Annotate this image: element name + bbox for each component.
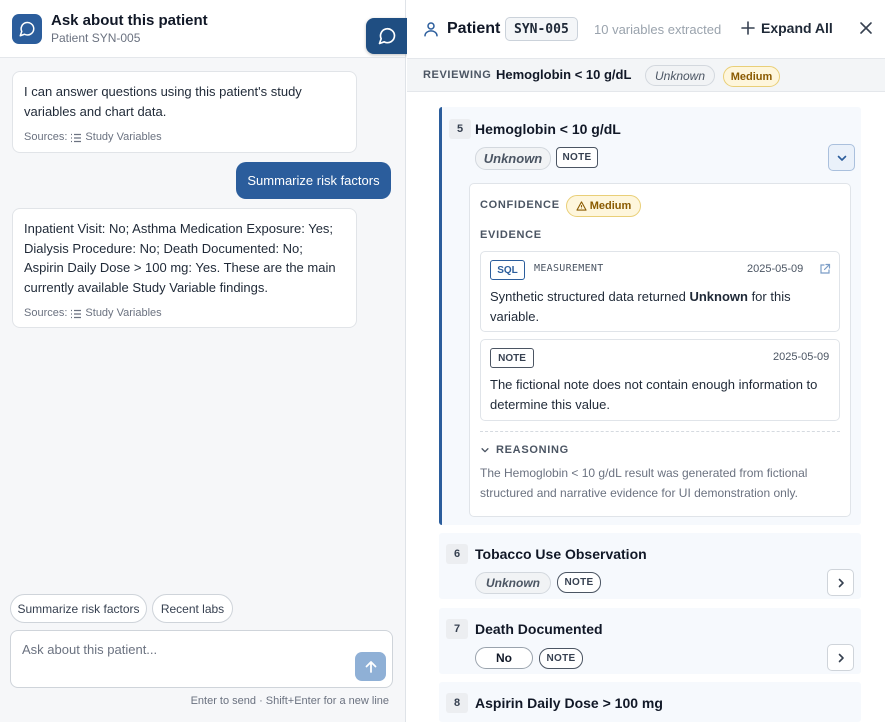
evidence-text: Synthetic structured data returned Unkno… (490, 289, 791, 324)
chat-bubble-icon (12, 13, 42, 44)
send-button[interactable] (355, 652, 386, 681)
variable-detail: CONFIDENCE Medium EVIDENCE SQL MEASUREME… (469, 183, 851, 517)
reviewing-bar: REVIEWING Hemoglobin < 10 g/dL Unknown M… (407, 59, 885, 92)
message-text: I can answer questions using this patien… (24, 84, 302, 119)
variable-name: Aspirin Daily Dose > 100 mg (475, 695, 663, 711)
source-name: Study Variables (85, 307, 162, 319)
chevron-right-icon (838, 578, 844, 587)
source-name: Study Variables (85, 131, 162, 143)
close-icon (860, 22, 872, 34)
status-badge: Unknown (645, 65, 715, 86)
plus-icon (741, 21, 755, 35)
variable-number: 5 (449, 119, 471, 139)
divider (480, 431, 840, 432)
expand-all-button[interactable]: Expand All (741, 20, 833, 36)
variable-number: 7 (446, 619, 468, 639)
variable-number: 8 (446, 693, 468, 713)
collapse-button[interactable] (828, 144, 855, 171)
chat-subtitle: Patient SYN-005 (51, 30, 141, 45)
patient-panel: Patient SYN-005 10 variables extracted E… (407, 0, 885, 722)
confidence-badge: Medium (723, 66, 780, 87)
variable-card[interactable]: 6 Tobacco Use Observation Unknown NOTE (439, 533, 861, 599)
evidence-date: 2025-05-09 (773, 351, 830, 363)
reviewing-label: REVIEWING (423, 69, 492, 81)
expand-button[interactable] (827, 644, 854, 671)
suggestion-chip-recent-labs[interactable]: Recent labs (152, 594, 233, 623)
input-hint: Enter to send · Shift+Enter for a new li… (190, 695, 389, 707)
patient-id-badge: SYN-005 (505, 17, 578, 41)
chat-input[interactable] (22, 642, 342, 678)
close-button[interactable] (858, 20, 874, 41)
chat-panel: Ask about this patient Patient SYN-005 I… (0, 0, 406, 722)
evidence-label: EVIDENCE (480, 229, 542, 241)
confidence-value: Medium (589, 200, 632, 212)
value-badge: Unknown (475, 147, 551, 170)
note-tag: NOTE (539, 648, 583, 669)
value-badge: No (475, 647, 533, 669)
variable-card-expanded: 5 Hemoglobin < 10 g/dL Unknown NOTE CONF… (439, 107, 861, 525)
expand-all-label: Expand All (761, 20, 833, 36)
evidence-text: The fictional note does not contain enou… (490, 377, 818, 412)
chevron-down-icon (837, 155, 846, 161)
warning-icon (576, 201, 587, 211)
message-text: Inpatient Visit: No; Asthma Medication E… (24, 221, 336, 295)
suggestion-chip-summarize[interactable]: Summarize risk factors (10, 594, 147, 623)
note-tag: NOTE (556, 147, 598, 168)
chevron-right-icon (838, 653, 844, 662)
assistant-message: Inpatient Visit: No; Asthma Medication E… (12, 208, 357, 328)
note-tag: NOTE (557, 572, 601, 593)
panel-title: Patient (447, 20, 501, 37)
confidence-label: CONFIDENCE (480, 199, 560, 211)
variable-name: Hemoglobin < 10 g/dL (475, 121, 621, 137)
list-icon (71, 309, 82, 318)
panel-header: Patient SYN-005 10 variables extracted E… (407, 0, 885, 59)
list-icon (71, 133, 82, 142)
evidence-date: 2025-05-09 (747, 263, 804, 275)
user-message: Summarize risk factors (236, 162, 391, 199)
reasoning-text: The Hemoglobin < 10 g/dL result was gene… (480, 466, 808, 500)
arrow-up-icon (365, 660, 376, 673)
chevron-down-icon (481, 448, 489, 453)
chat-toggle-button[interactable] (366, 18, 408, 54)
sql-tag: SQL (490, 260, 525, 280)
user-icon (424, 22, 438, 37)
evidence-card-note: NOTE 2025-05-09 The fictional note does … (480, 339, 840, 421)
variable-card[interactable]: 8 Aspirin Daily Dose > 100 mg (439, 682, 861, 722)
variables-count: 10 variables extracted (594, 22, 722, 37)
chat-header: Ask about this patient Patient SYN-005 (0, 0, 405, 58)
sources-label: Sources: (24, 307, 68, 319)
evidence-card-sql: SQL MEASUREMENT 2025-05-09 Synthetic str… (480, 251, 840, 332)
reviewing-variable: Hemoglobin < 10 g/dL (496, 67, 632, 82)
value-badge: Unknown (475, 572, 551, 594)
variable-name: Tobacco Use Observation (475, 546, 647, 562)
expand-button[interactable] (827, 569, 854, 596)
variables-list: 5 Hemoglobin < 10 g/dL Unknown NOTE CONF… (407, 92, 885, 722)
confidence-badge: Medium (566, 195, 641, 217)
chat-bubble-icon (378, 27, 396, 45)
variable-name: Death Documented (475, 621, 603, 637)
variable-card[interactable]: 7 Death Documented No NOTE (439, 608, 861, 674)
chat-title: Ask about this patient (51, 11, 208, 29)
message-sources: Sources: Study Variables (24, 131, 345, 144)
reasoning-label: REASONING (496, 444, 569, 456)
external-link-icon[interactable] (819, 262, 831, 280)
sources-label: Sources: (24, 131, 68, 143)
variable-number: 6 (446, 544, 468, 564)
assistant-message: I can answer questions using this patien… (12, 71, 357, 153)
evidence-source: MEASUREMENT (534, 263, 604, 274)
message-sources: Sources: Study Variables (24, 307, 345, 320)
chat-input-box (10, 630, 393, 688)
reasoning-toggle[interactable]: REASONING (480, 444, 569, 456)
note-tag: NOTE (490, 348, 534, 368)
